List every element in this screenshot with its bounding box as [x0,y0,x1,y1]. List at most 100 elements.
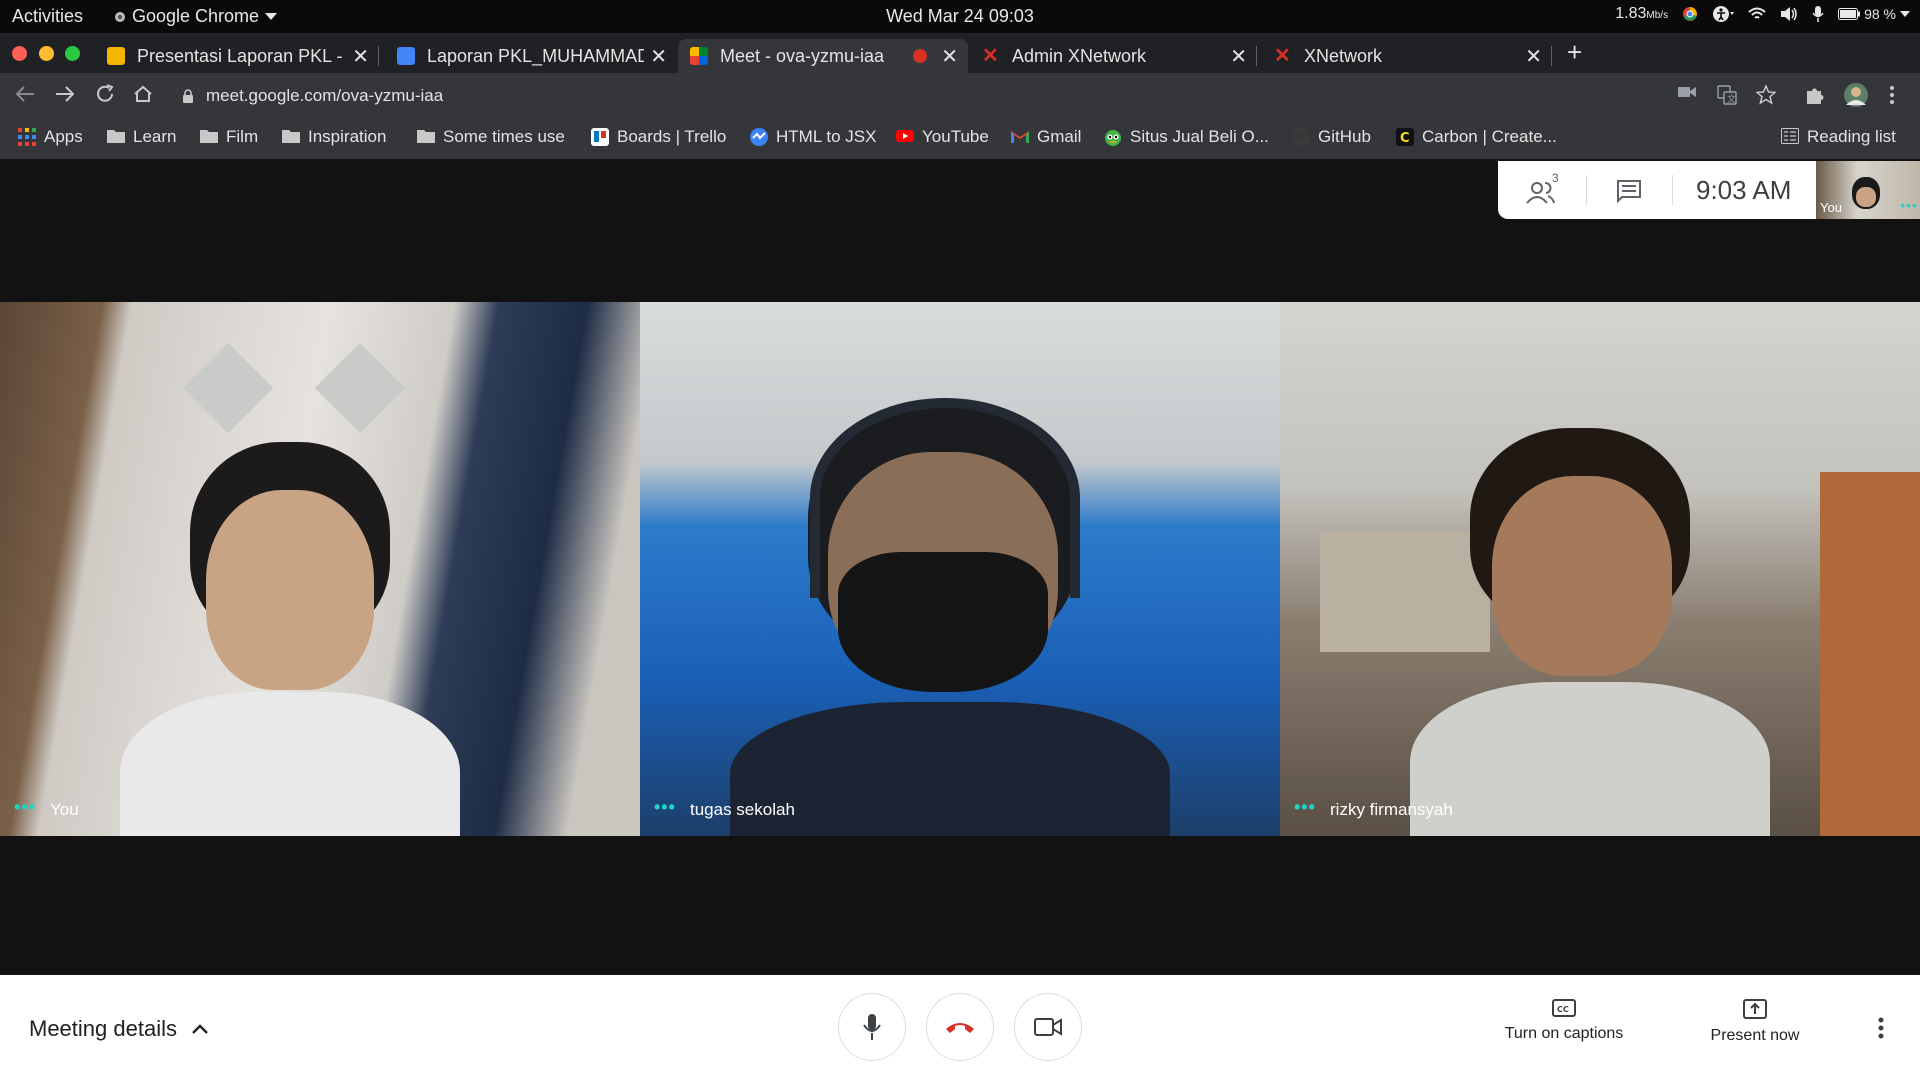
close-icon[interactable]: ✕ [1525,44,1542,69]
bookmark-star-icon[interactable] [1756,85,1776,105]
tab-title: Admin XNetwork [1012,45,1147,66]
participant-name: You [50,800,79,819]
chat-icon[interactable] [1616,179,1642,203]
bookmark-label: HTML to JSX [776,127,877,146]
bookmarks-bar: Apps Learn Film Inspiration Some times u… [0,119,1920,159]
participant-shirt [1410,682,1770,836]
video-tile-you[interactable]: ••• You [0,302,640,836]
leave-call-button[interactable] [926,993,994,1061]
bookmark-youtube[interactable]: YouTube [896,127,989,147]
microphone-tray-icon[interactable] [1812,6,1824,22]
folder-icon [107,128,125,146]
close-icon[interactable]: ✕ [1230,44,1247,69]
closed-captions-icon: CC [1552,999,1576,1017]
bookmark-apps[interactable]: Apps [18,127,83,147]
more-dots-icon[interactable]: ••• [654,797,676,818]
tab-title: XNetwork [1304,45,1383,66]
bookmark-label: Film [226,127,259,146]
present-now-button[interactable]: Present now [1705,999,1805,1045]
tab-separator [378,46,379,66]
tab-laporan[interactable]: Laporan PKL_MUHAMMAD R ✕ [385,39,677,73]
window-maximize-button[interactable] [65,46,80,61]
bookmark-carbon[interactable]: C Carbon | Create... [1396,127,1557,147]
apps-grid-icon [18,128,36,146]
curtain-background [1820,472,1920,836]
translate-icon[interactable]: 文 [1717,85,1737,105]
profile-avatar[interactable] [1843,82,1869,108]
transform-icon [750,128,768,146]
bookmark-trello[interactable]: Boards | Trello [591,127,726,147]
home-icon[interactable] [132,83,158,109]
more-options-icon[interactable] [1878,1017,1884,1039]
folder-icon [200,128,218,146]
docs-icon [397,47,415,65]
bookmark-html-to-jsx[interactable]: HTML to JSX [750,127,876,147]
pill-divider [1672,175,1673,205]
meeting-stage: 3 9:03 AM You ••• ••• You ••• tugas seko… [0,159,1920,975]
more-dots-icon[interactable]: ••• [14,797,36,818]
window-minimize-button[interactable] [39,46,54,61]
participant-name: tugas sekolah [690,800,795,819]
window-close-button[interactable] [12,46,27,61]
bookmark-label: Boards | Trello [617,127,727,146]
reload-icon[interactable] [94,83,120,109]
tab-presentasi[interactable]: Presentasi Laporan PKL - Go ✕ [95,39,379,73]
meeting-details-button[interactable]: Meeting details [29,1016,209,1042]
diamond-decoration [182,342,274,434]
menu-kebab-icon[interactable] [1889,85,1895,105]
participant-name: rizky firmansyah [1330,800,1453,819]
bookmark-learn[interactable]: Learn [107,127,176,147]
folder-icon [282,128,300,146]
bookmark-label: GitHub [1318,127,1371,146]
meeting-info-panel: 3 9:03 AM [1498,161,1816,219]
bookmark-inspiration[interactable]: Inspiration [282,127,386,147]
chevron-up-icon [191,1023,209,1035]
caret-down-icon [1900,10,1910,18]
battery-status[interactable]: 98 % [1838,6,1910,22]
more-dots-icon[interactable]: ••• [1294,797,1316,818]
bookmark-label: Inspiration [308,127,387,146]
back-arrow-icon[interactable] [14,83,40,109]
reading-list-icon [1781,128,1799,146]
bookmark-label: Situs Jual Beli O... [1130,127,1269,146]
accessibility-icon[interactable] [1712,5,1735,23]
more-dots-icon[interactable]: ••• [1900,197,1918,213]
camera-button[interactable] [1014,993,1082,1061]
forward-arrow-icon[interactable] [54,83,80,109]
camera-in-use-icon[interactable] [1678,85,1696,99]
bookmark-gmail[interactable]: Gmail [1011,127,1081,147]
wifi-icon[interactable] [1748,7,1766,21]
close-icon[interactable]: ✕ [650,44,667,69]
bookmark-label: Learn [133,127,177,146]
self-view-thumbnail[interactable]: You ••• [1816,161,1920,219]
extensions-puzzle-icon[interactable] [1805,85,1825,105]
captions-button[interactable]: CC Turn on captions [1498,999,1630,1043]
bookmark-some-times-use[interactable]: Some times use [417,127,565,147]
address-bar[interactable]: meet.google.com/ova-yzmu-iaa [170,79,1650,113]
video-tile-tugas-sekolah[interactable]: ••• tugas sekolah [640,302,1280,836]
tab-separator [1551,46,1552,66]
bookmark-tokopedia[interactable]: Situs Jual Beli O... [1104,127,1269,147]
present-label: Present now [1710,1027,1800,1044]
bookmark-film[interactable]: Film [200,127,258,147]
volume-icon[interactable] [1780,6,1798,22]
reading-list-label: Reading list [1807,127,1896,146]
participant-face [206,490,374,690]
tab-xnetwork[interactable]: ✕ XNetwork ✕ [1262,39,1552,73]
x-icon: ✕ [982,45,999,67]
headset-band [810,398,1080,598]
close-icon[interactable]: ✕ [352,44,369,69]
tab-admin-xnetwork[interactable]: ✕ Admin XNetwork ✕ [970,39,1257,73]
system-top-bar: Activities Google Chrome Wed Mar 24 09:0… [0,0,1920,33]
pill-divider [1586,175,1587,205]
bookmark-github[interactable]: GitHub [1292,127,1371,147]
close-icon[interactable]: ✕ [941,44,958,69]
video-tile-rizky-firmansyah[interactable]: ••• rizky firmansyah [1280,302,1920,836]
tab-meet[interactable]: Meet - ova-yzmu-iaa ✕ [678,39,968,73]
system-tray[interactable]: 1.83Mb/s 98 % [1615,5,1910,23]
chrome-tray-icon[interactable] [1682,6,1698,22]
microphone-button[interactable] [838,993,906,1061]
reading-list-button[interactable]: Reading list [1781,127,1896,147]
lock-icon[interactable] [182,89,194,103]
new-tab-button[interactable]: + [1567,37,1582,68]
